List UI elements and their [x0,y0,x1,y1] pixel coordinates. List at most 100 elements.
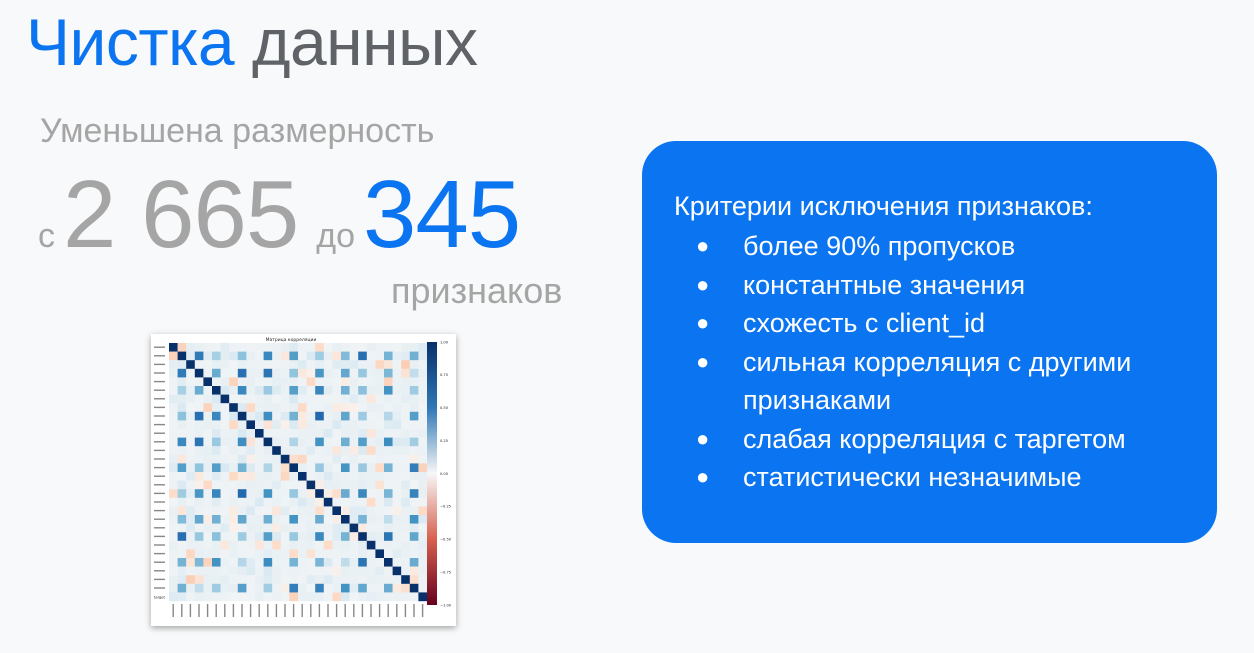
heatmap-cell [392,420,402,430]
heatmap-cell [289,360,299,369]
heatmap-cell [349,368,359,378]
heatmap-cell [392,403,402,412]
heatmap-cell [194,446,204,455]
heatmap-cell [229,437,238,447]
heatmap-cell [418,532,428,541]
heatmap-cell [401,515,410,524]
heatmap-cell [401,497,410,507]
heatmap-cell [341,549,350,559]
heatmap-cell [280,420,290,430]
heatmap-cell [229,575,238,584]
heatmap-cell [418,540,428,550]
heatmap-y-label-mark [154,415,165,417]
heatmap-cell [177,429,187,438]
heatmap-cell [177,497,187,507]
heatmap-cell [323,592,333,602]
criteria-item: ● сильная корреляция с другими признаками [674,343,1187,420]
heatmap-cell [263,360,273,369]
heatmap-cell [409,368,419,378]
heatmap-cell [255,575,264,584]
heatmap-cell [272,566,281,576]
heatmap-cell [263,497,273,507]
heatmap-cell [298,343,307,352]
heatmap-cell [358,454,367,464]
heatmap-cell [341,523,350,533]
heatmap-cell [220,343,230,352]
heatmap-cell [409,489,419,498]
heatmap-cell [169,480,178,490]
heatmap-cell [246,368,256,378]
heatmap-x-label-mark [310,604,312,617]
heatmap-cell [384,472,393,481]
heatmap-cell [203,377,213,387]
heatmap-cell [272,454,281,464]
heatmap-cell [177,506,187,516]
heatmap-cell [409,532,419,541]
heatmap-cell [289,343,299,352]
heatmap-cell [298,429,307,438]
heatmap-y-label-mark [154,389,165,391]
heatmap-cell [272,549,281,559]
heatmap-x-label-mark [198,604,200,617]
heatmap-cell [332,368,342,378]
heatmap-cell [203,411,213,421]
heatmap-cell [280,480,290,490]
heatmap-cell [169,351,178,361]
heatmap-cell [392,429,402,438]
heatmap-cell [246,394,256,404]
heatmap-cell [323,351,333,361]
heatmap-cell [418,351,428,361]
heatmap-cell [229,386,238,395]
heatmap-cell [289,394,299,404]
heatmap-cell [401,403,410,412]
heatmap-cell [409,540,419,550]
heatmap-cell [194,429,204,438]
heatmap-cell [306,472,316,481]
heatmap-cell [280,566,290,576]
heatmap-cell [237,446,247,455]
heatmap-cell [315,463,324,473]
heatmap-cell [255,558,264,567]
heatmap-cell [401,583,410,593]
heatmap-cell [263,532,273,541]
heatmap-cell [366,386,376,395]
heatmap-cell [169,454,178,464]
to-value: 345 [362,161,521,268]
heatmap-cell [203,420,213,430]
heatmap-cell [298,480,307,490]
heatmap-cell [186,446,195,455]
heatmap-cell [366,403,376,412]
heatmap-cell [169,549,178,559]
heatmap-cell [203,532,213,541]
heatmap-cell [220,360,230,369]
heatmap-cell [392,566,402,576]
heatmap-cell [177,446,187,455]
heatmap-x-label-mark [275,604,278,617]
heatmap-cell [229,429,238,438]
heatmap-cell [229,411,238,421]
heatmap-cell [349,394,359,404]
heatmap-cell [246,377,256,387]
criteria-item-text: константные значения [743,269,1026,300]
heatmap-cell [186,558,195,567]
heatmap-cell [280,558,290,567]
heatmap-cell [263,368,273,378]
heatmap-cell [315,523,324,533]
heatmap-cell [375,420,385,430]
heatmap-cell [349,489,359,498]
heatmap-cell [306,497,316,507]
heatmap-cell [229,515,238,524]
heatmap-cell [280,403,290,412]
heatmap-cell [237,360,247,369]
heatmap-y-label-mark [154,406,165,409]
heatmap-cell [306,489,316,498]
heatmap-cell [246,506,256,516]
page-title-rest: данных [234,5,478,79]
heatmap-cell [246,583,256,593]
heatmap-cell [315,489,324,498]
heatmap-cell [349,377,359,387]
heatmap-cell [263,489,273,498]
heatmap-cell [349,592,359,602]
heatmap-cell [384,566,393,576]
heatmap-cell [341,540,350,550]
